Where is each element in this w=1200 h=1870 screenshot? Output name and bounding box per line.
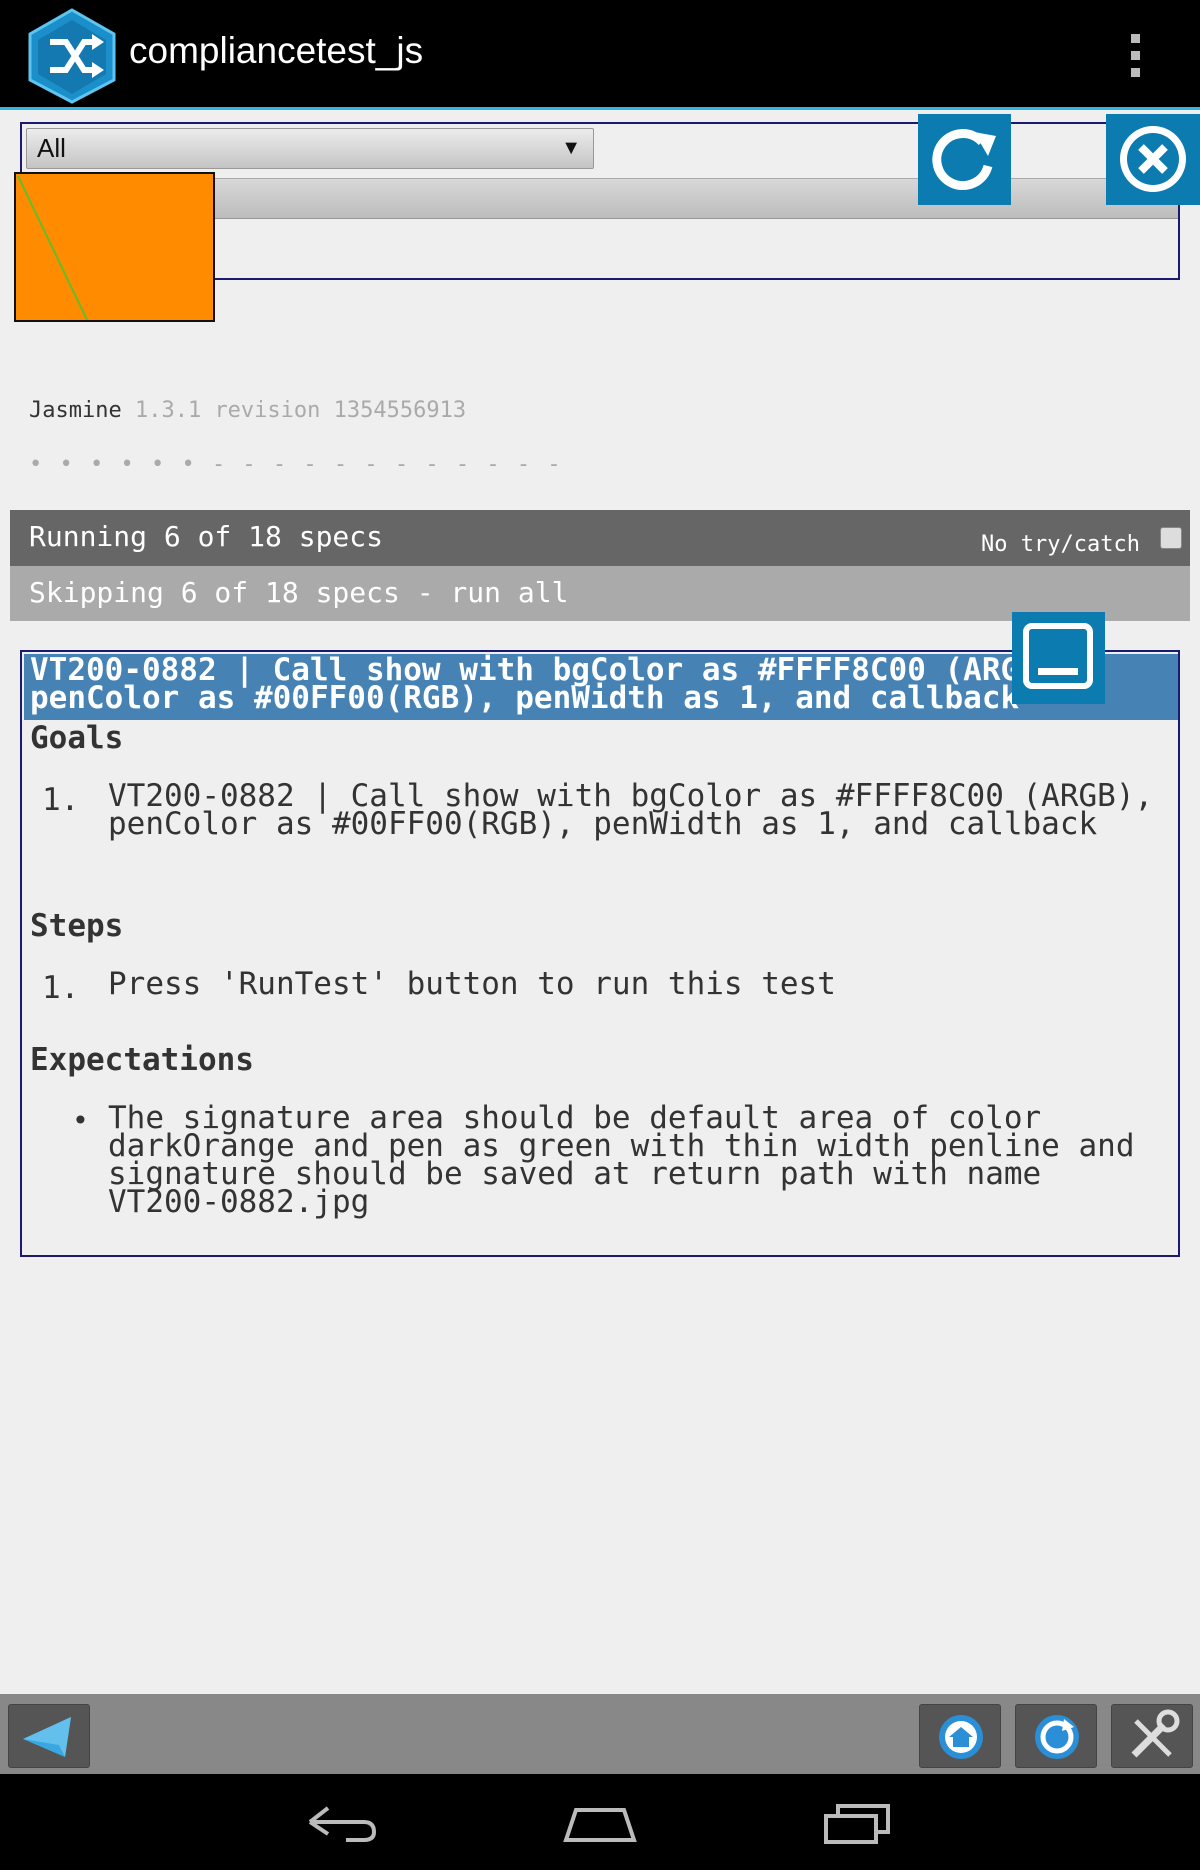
back-button[interactable] bbox=[8, 1704, 90, 1768]
filter-select[interactable]: All ▼ bbox=[26, 128, 594, 169]
goal-text: VT200-0882 | Call show with bgColor as #… bbox=[108, 778, 1154, 842]
step-number: 1. bbox=[42, 970, 80, 1006]
jasmine-name: Jasmine bbox=[29, 398, 122, 423]
refresh-button[interactable] bbox=[918, 114, 1011, 205]
goal-number: 1. bbox=[42, 782, 80, 818]
signature-area[interactable] bbox=[14, 172, 215, 322]
expectation-bullet: • bbox=[72, 1104, 89, 1137]
app-logo-icon[interactable] bbox=[26, 8, 118, 104]
running-bar: Running 6 of 18 specs No try/catch bbox=[10, 510, 1190, 566]
spec-progress: • • • • • • - - - - - - - - - - - - bbox=[29, 452, 563, 477]
settings-button[interactable] bbox=[1111, 1704, 1193, 1768]
tools-icon bbox=[1131, 1709, 1180, 1758]
spec-title: VT200-0882 | Call show with bgColor as #… bbox=[24, 654, 1178, 720]
close-button[interactable] bbox=[1106, 114, 1200, 205]
steps-heading: Steps bbox=[30, 908, 124, 944]
nav-home-icon[interactable] bbox=[562, 1804, 638, 1844]
app-title: compliancetest_js bbox=[129, 30, 424, 71]
running-label: Running 6 of 18 specs bbox=[29, 520, 384, 553]
back-arrow-icon bbox=[23, 1717, 71, 1757]
jasmine-version: Jasmine 1.3.1 revision 1354556913 bbox=[29, 398, 466, 423]
spec-panel: VT200-0882 | Call show with bgColor as #… bbox=[20, 650, 1180, 1257]
action-bar: compliancetest_js bbox=[0, 0, 1200, 110]
filter-select-value: All bbox=[37, 133, 66, 163]
bottom-toolbar bbox=[0, 1694, 1200, 1774]
reload-icon bbox=[1035, 1715, 1079, 1759]
system-nav-bar bbox=[0, 1774, 1200, 1870]
signature-toolbar-band bbox=[214, 178, 1178, 219]
dropdown-arrow-icon: ▼ bbox=[561, 137, 581, 159]
goals-heading: Goals bbox=[30, 720, 124, 756]
jasmine-version-number: 1.3.1 revision 1354556913 bbox=[134, 398, 467, 423]
close-icon bbox=[1120, 126, 1186, 192]
refresh-icon bbox=[932, 129, 996, 191]
minimize-button[interactable] bbox=[1012, 612, 1105, 704]
nav-back-icon[interactable] bbox=[306, 1804, 378, 1844]
action-bar-accent bbox=[0, 107, 1200, 110]
expectations-heading: Expectations bbox=[30, 1042, 254, 1078]
nav-recents-icon[interactable] bbox=[822, 1802, 894, 1846]
trycatch-label: No try/catch bbox=[981, 532, 1140, 557]
minimize-icon bbox=[1023, 623, 1093, 689]
expectation-text: The signature area should be default are… bbox=[108, 1100, 1135, 1220]
trycatch-checkbox[interactable] bbox=[1160, 527, 1182, 549]
home-button[interactable] bbox=[919, 1704, 1001, 1768]
overflow-menu-icon[interactable] bbox=[1125, 34, 1145, 78]
reload-button[interactable] bbox=[1015, 1704, 1097, 1768]
step-text: Press 'RunTest' button to run this test bbox=[108, 966, 836, 1002]
home-icon bbox=[939, 1715, 983, 1759]
skipping-label[interactable]: Skipping 6 of 18 specs - run all bbox=[29, 576, 568, 609]
